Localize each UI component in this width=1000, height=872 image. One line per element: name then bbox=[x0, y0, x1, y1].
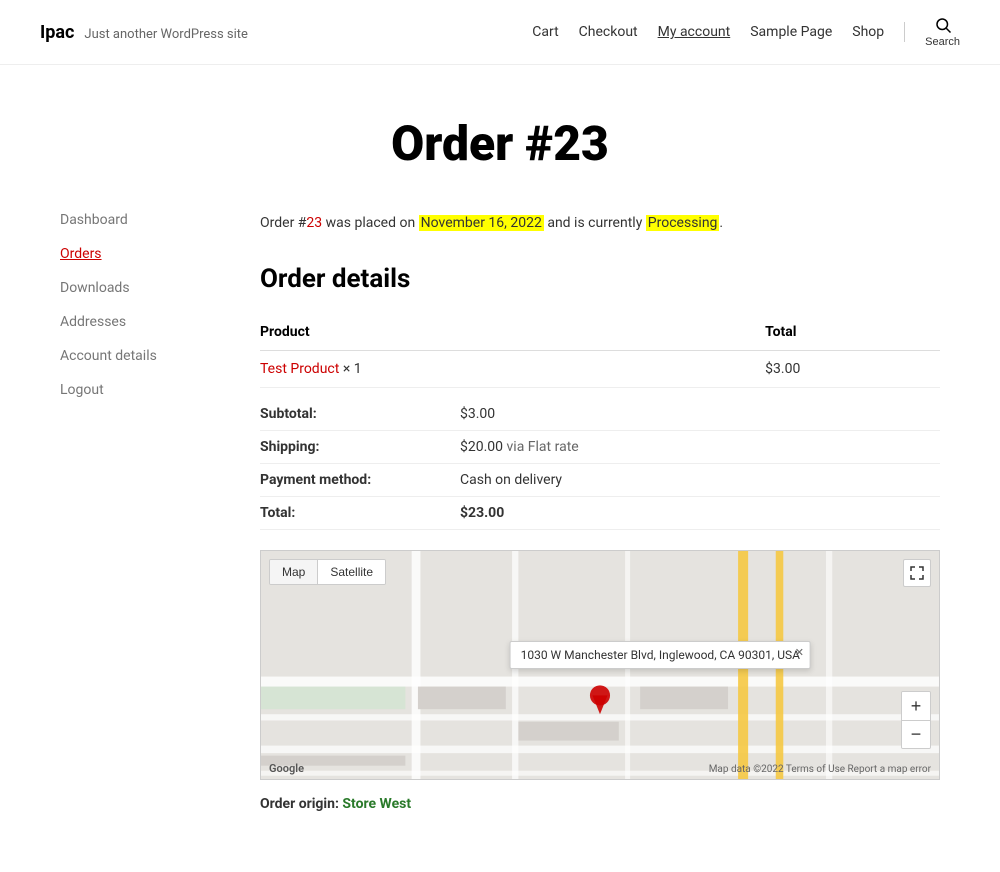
store-link[interactable]: Store West bbox=[342, 796, 411, 812]
map-fullscreen-button[interactable] bbox=[903, 559, 931, 587]
sidebar-item-addresses[interactable]: Addresses bbox=[60, 314, 200, 330]
status-mid: was placed on bbox=[322, 215, 419, 231]
map-tab-controls: Map Satellite bbox=[269, 559, 386, 585]
nav-cart[interactable]: Cart bbox=[532, 24, 558, 40]
total-value: $23.00 bbox=[460, 497, 940, 530]
search-label: Search bbox=[925, 36, 960, 48]
order-date: November 16, 2022 bbox=[419, 215, 544, 231]
total-row: Total: $23.00 bbox=[260, 497, 940, 530]
subtotal-label: Subtotal: bbox=[260, 398, 460, 431]
map-zoom-in[interactable]: + bbox=[902, 692, 930, 720]
page-title-area: Order #23 bbox=[0, 65, 1000, 212]
site-nav: Cart Checkout My account Sample Page Sho… bbox=[532, 16, 960, 48]
subtotal-value: $3.00 bbox=[460, 398, 940, 431]
order-origin: Order origin: Store West bbox=[260, 796, 940, 812]
nav-my-account[interactable]: My account bbox=[658, 24, 731, 40]
shipping-label: Shipping: bbox=[260, 431, 460, 464]
payment-label: Payment method: bbox=[260, 464, 460, 497]
tooltip-close[interactable]: ✕ bbox=[795, 646, 804, 659]
map-container[interactable]: Map Satellite 1030 W Manchester Blvd, In… bbox=[260, 550, 940, 780]
shipping-row: Shipping: $20.00 via Flat rate bbox=[260, 431, 940, 464]
sidebar-item-orders[interactable]: Orders bbox=[60, 246, 200, 262]
order-number-link[interactable]: 23 bbox=[306, 215, 322, 231]
total-label: Total: bbox=[260, 497, 460, 530]
map-zoom-out[interactable]: − bbox=[902, 720, 930, 748]
product-cell: Test Product × 1 bbox=[260, 351, 765, 388]
map-tab-map[interactable]: Map bbox=[270, 560, 317, 584]
site-header: Ipac Just another WordPress site Cart Ch… bbox=[0, 0, 1000, 65]
nav-sample-page[interactable]: Sample Page bbox=[750, 24, 832, 40]
map-tab-satellite[interactable]: Satellite bbox=[317, 560, 385, 584]
sidebar-item-dashboard[interactable]: Dashboard bbox=[60, 212, 200, 228]
fullscreen-icon bbox=[910, 566, 924, 580]
nav-separator bbox=[904, 22, 905, 42]
site-branding: Ipac Just another WordPress site bbox=[40, 22, 248, 43]
product-qty: × 1 bbox=[343, 361, 362, 377]
summary-table: Subtotal: $3.00 Shipping: $20.00 via Fla… bbox=[260, 398, 940, 530]
order-status: Processing bbox=[646, 215, 720, 231]
order-origin-label: Order origin: bbox=[260, 796, 339, 812]
site-name: Ipac bbox=[40, 22, 74, 43]
status-mid2: and is currently bbox=[544, 215, 646, 231]
order-details-title: Order details bbox=[260, 264, 940, 294]
sidebar-item-downloads[interactable]: Downloads bbox=[60, 280, 200, 296]
site-tagline: Just another WordPress site bbox=[84, 27, 248, 42]
col-total: Total bbox=[765, 314, 940, 351]
shipping-note: via Flat rate bbox=[503, 439, 579, 455]
payment-row: Payment method: Cash on delivery bbox=[260, 464, 940, 497]
map-branding: Google bbox=[269, 762, 304, 775]
order-table: Product Total Test Product × 1 $3.00 bbox=[260, 314, 940, 388]
main-layout: Dashboard Orders Downloads Addresses Acc… bbox=[20, 212, 980, 872]
page-title: Order #23 bbox=[40, 115, 960, 172]
order-status-message: Order #23 was placed on November 16, 202… bbox=[260, 212, 940, 234]
sidebar-item-account-details[interactable]: Account details bbox=[60, 348, 200, 364]
map-address-tooltip: 1030 W Manchester Blvd, Inglewood, CA 90… bbox=[510, 641, 811, 669]
col-product: Product bbox=[260, 314, 765, 351]
sidebar-item-logout[interactable]: Logout bbox=[60, 382, 200, 398]
nav-checkout[interactable]: Checkout bbox=[579, 24, 638, 40]
nav-shop[interactable]: Shop bbox=[852, 24, 884, 40]
status-prefix: Order # bbox=[260, 215, 306, 231]
map-attribution: Map data ©2022 Terms of Use Report a map… bbox=[709, 764, 931, 775]
payment-value: Cash on delivery bbox=[460, 464, 940, 497]
search-icon bbox=[934, 16, 952, 34]
subtotal-row: Subtotal: $3.00 bbox=[260, 398, 940, 431]
search-button[interactable]: Search bbox=[925, 16, 960, 48]
table-row: Test Product × 1 $3.00 bbox=[260, 351, 940, 388]
sidebar: Dashboard Orders Downloads Addresses Acc… bbox=[60, 212, 200, 812]
content: Order #23 was placed on November 16, 202… bbox=[260, 212, 940, 812]
status-suffix: . bbox=[719, 215, 723, 231]
map-zoom-controls: + − bbox=[901, 691, 931, 749]
product-total: $3.00 bbox=[765, 351, 940, 388]
product-link[interactable]: Test Product bbox=[260, 361, 339, 377]
tooltip-address: 1030 W Manchester Blvd, Inglewood, CA 90… bbox=[521, 648, 800, 662]
shipping-value: $20.00 via Flat rate bbox=[460, 431, 940, 464]
